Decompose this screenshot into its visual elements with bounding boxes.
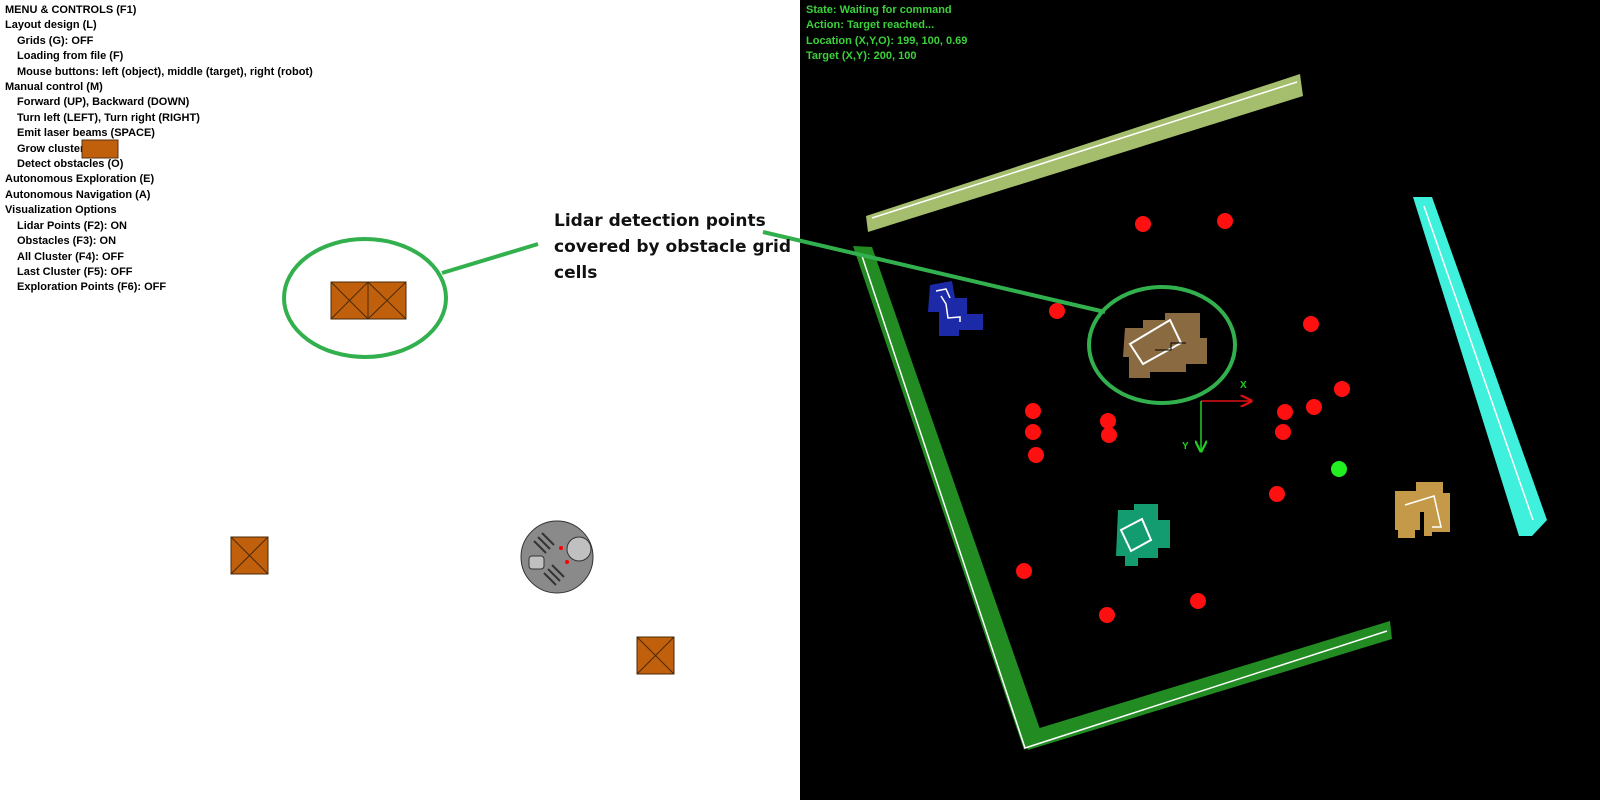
obstacle-cluster-tan [1395,482,1450,538]
exploration-point [1334,381,1350,397]
target-point [1331,461,1347,477]
obstacle-cluster-brown [1123,313,1207,378]
obstacle-cluster-blue [928,281,983,336]
robot[interactable] [520,520,594,594]
exploration-point [1101,427,1117,443]
crate[interactable] [367,281,407,320]
exploration-point [1025,403,1041,419]
scene-graphics: X Y [81,74,1547,750]
wall-cluster-green-bottom [1020,621,1392,750]
exploration-point [1269,486,1285,502]
robot-pose-axes: X Y [1182,380,1251,452]
exploration-point [1100,413,1116,429]
exploration-point [1016,563,1032,579]
exploration-point [1277,404,1293,420]
exploration-point [1025,424,1041,440]
exploration-point [1099,607,1115,623]
crate[interactable] [230,536,269,575]
crate[interactable] [636,636,675,675]
crate[interactable] [81,139,119,159]
exploration-points [1016,213,1350,623]
axis-label-x: X [1240,380,1247,391]
annotation-callout: Lidar detection points covered by obstac… [554,211,792,283]
exploration-point [1049,303,1065,319]
obstacle-cluster-teal [1116,504,1170,566]
exploration-point [1306,399,1322,415]
axis-label-y: Y [1182,441,1189,452]
crate[interactable] [330,281,369,320]
exploration-point [1217,213,1233,229]
annotation-leader-line [441,242,539,275]
wall-cluster-olive [866,74,1303,232]
exploration-point [1028,447,1044,463]
exploration-point [1275,424,1291,440]
exploration-point [1135,216,1151,232]
exploration-point [1190,593,1206,609]
exploration-point [1303,316,1319,332]
